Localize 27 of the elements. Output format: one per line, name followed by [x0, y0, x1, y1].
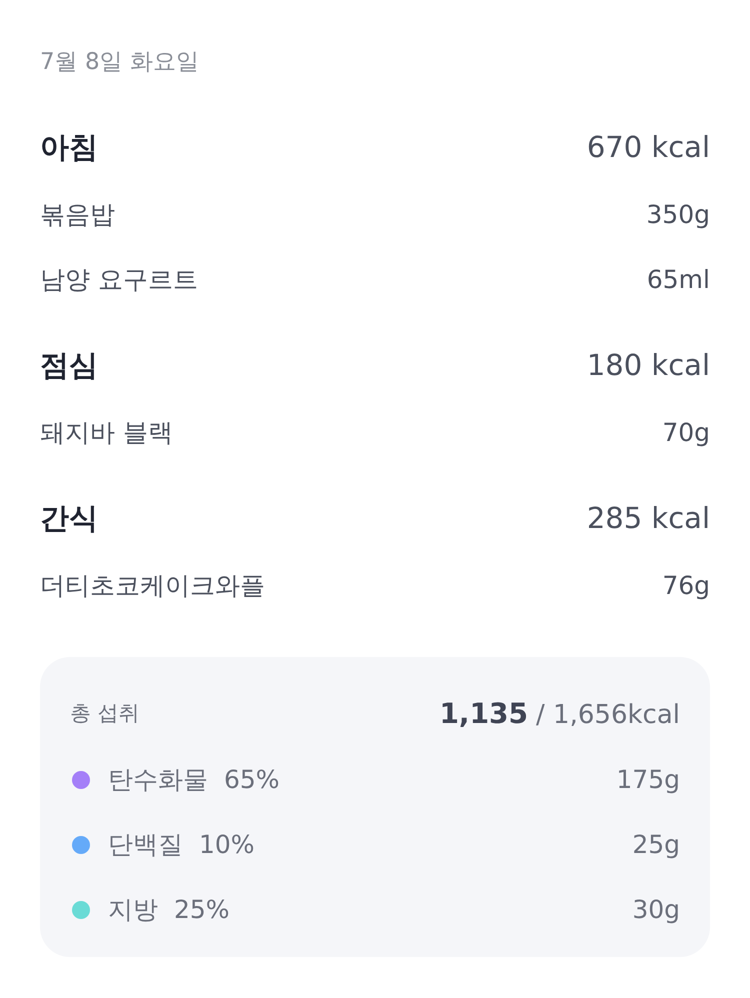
- meal-calories: 180 kcal: [586, 347, 710, 384]
- meal-title: 점심: [40, 347, 98, 384]
- total-intake-label: 총 섭취: [70, 700, 140, 728]
- macro-name: 단백질: [108, 828, 183, 861]
- meal-title: 간식: [40, 500, 98, 538]
- date-label: 7월 8일 화요일: [40, 49, 199, 75]
- macro-percent: 10%: [199, 828, 255, 861]
- food-name: 돼지바 블랙: [40, 416, 173, 449]
- macro-name: 지방: [108, 894, 158, 926]
- meal-title: 아침: [40, 129, 98, 166]
- macro-amount: 30g: [632, 894, 680, 926]
- macro-percent: 65%: [224, 764, 280, 796]
- food-name: 더티초코케이크와플: [40, 570, 265, 602]
- macro-name: 탄수화물: [108, 764, 208, 796]
- macro-amount: 175g: [616, 764, 680, 796]
- meal-calories: 285 kcal: [586, 500, 710, 538]
- macro-amount: 25g: [632, 828, 680, 861]
- consumed-calories: 1,135: [439, 696, 528, 732]
- food-name: 볶음밥: [40, 198, 115, 231]
- food-amount: 70g: [662, 416, 710, 449]
- food-amount: 76g: [662, 570, 710, 602]
- macro-percent: 25%: [174, 894, 230, 926]
- meal-calories: 670 kcal: [586, 129, 710, 166]
- goal-calories: / 1,656kcal: [536, 699, 680, 732]
- food-amount: 65ml: [646, 264, 710, 296]
- food-amount: 350g: [646, 198, 710, 231]
- food-name: 남양 요구르트: [40, 264, 198, 296]
